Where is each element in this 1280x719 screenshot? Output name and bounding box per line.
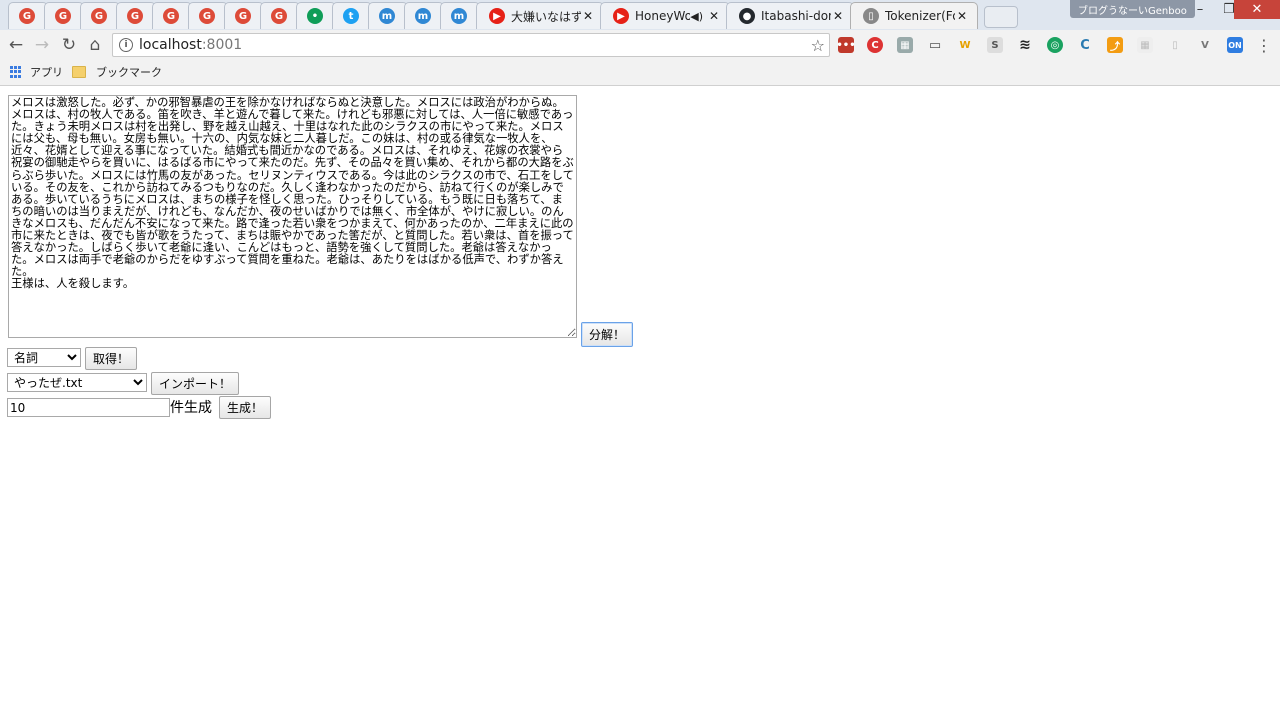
count-input[interactable] (7, 398, 170, 417)
extension-feedly-icon[interactable]: ◎ (1047, 37, 1063, 53)
pinned-tab[interactable]: G (80, 2, 120, 29)
pinned-tab[interactable]: m (368, 2, 408, 29)
forward-arrow-icon: → (34, 35, 50, 55)
mastodon-icon: m (415, 8, 431, 24)
pinned-tab[interactable]: G (260, 2, 300, 29)
extension-c2-icon[interactable]: C (1077, 37, 1093, 53)
url-host: localhost (139, 37, 202, 53)
tab-title: Tokenizer(For (885, 9, 955, 23)
pinned-tab[interactable]: G (116, 2, 156, 29)
extension-qr-icon[interactable]: ▦ (897, 37, 913, 53)
analyze-button[interactable]: 分解！ (581, 322, 634, 347)
profile-button[interactable]: ブログうなーいGenboo (1070, 0, 1195, 18)
pinned-tab[interactable]: G (224, 2, 264, 29)
apps-label: アプリ (30, 66, 63, 79)
github-icon: ● (739, 8, 755, 24)
extension-chart-icon[interactable]: ⤴ (1107, 37, 1123, 53)
source-text-area[interactable] (8, 95, 577, 338)
tab-title: Itabashi-don/ (761, 9, 831, 23)
extension-grid-icon[interactable]: ▦ (1137, 37, 1153, 53)
tab-close-icon[interactable]: ✕ (581, 9, 595, 23)
forward-button[interactable]: → (31, 34, 53, 56)
address-bar[interactable]: i localhost:8001 ☆ (112, 33, 830, 57)
extension-c-icon[interactable]: C (867, 37, 883, 53)
site-info-icon[interactable]: i (119, 38, 133, 52)
tab[interactable]: ● Itabashi-don/✕ (726, 2, 854, 29)
menu-icon[interactable]: ⋮ (1256, 36, 1272, 55)
fetch-button[interactable]: 取得！ (85, 347, 138, 370)
google-plus-icon: G (91, 8, 107, 24)
url-port: :8001 (201, 37, 243, 53)
folder-icon (72, 66, 86, 78)
pinned-tab[interactable]: G (8, 2, 48, 29)
window-close-icon[interactable]: ✕ (1234, 0, 1280, 19)
pinned-tab[interactable]: t (332, 2, 372, 29)
google-plus-icon: G (19, 8, 35, 24)
tab[interactable]: ▯ Tokenizer(For✕ (850, 2, 978, 29)
pinned-tab[interactable]: G (152, 2, 192, 29)
tab[interactable]: ▶ HoneyWor◀) ✕ (600, 2, 730, 29)
pinned-tab[interactable]: m (440, 2, 480, 29)
reload-icon: ↻ (61, 35, 77, 55)
google-plus-icon: G (235, 8, 251, 24)
audio-playing-icon[interactable]: ◀) (690, 10, 703, 23)
analyze-button-label: 分解！ (589, 328, 626, 342)
mastodon-icon: m (451, 8, 467, 24)
youtube-icon: ▶ (489, 8, 505, 24)
generate-button-label: 生成！ (227, 401, 264, 415)
browser-toolbar: ← → ↻ ⌂ i localhost:8001 ☆ ••• C ▦ ▭ W S… (0, 30, 1280, 60)
tab[interactable]: ▶ 大嫌いなはずだっ✕ (476, 2, 604, 29)
import-button-label: インポート！ (159, 377, 232, 391)
tab-close-icon[interactable]: ✕ (831, 9, 845, 23)
twitter-icon: t (343, 8, 359, 24)
pinned-tab[interactable]: G (188, 2, 228, 29)
page-icon: ▯ (863, 8, 879, 24)
tab-strip: GGGGGGGG•tmmm▶大嫌いなはずだっ✕▶HoneyWor◀)✕●Itab… (0, 0, 1280, 30)
google-plus-icon: G (271, 8, 287, 24)
back-arrow-icon: ← (8, 35, 24, 55)
page-content: 分解！ 名詞 取得！ やったぜ.txt インポート！ 件生成 生成！ (0, 86, 1280, 719)
bookmarks-bar: アプリ ブックマーク (0, 60, 1280, 86)
extension-s-icon[interactable]: S (987, 37, 1003, 53)
extension-on-icon[interactable]: ON (1227, 37, 1243, 53)
bookmarks-folder[interactable]: ブックマーク (72, 64, 162, 80)
count-suffix-label: 件生成 (170, 400, 212, 416)
home-icon: ⌂ (89, 35, 101, 55)
extension-buffer-icon[interactable]: ≋ (1017, 37, 1033, 53)
google-plus-icon: G (199, 8, 215, 24)
mastodon-icon: m (379, 8, 395, 24)
youtube-icon: ▶ (613, 8, 629, 24)
google-plus-icon: G (163, 8, 179, 24)
tab-close-icon[interactable]: ✕ (707, 9, 721, 23)
extension-doc-icon[interactable]: ▯ (1167, 37, 1183, 53)
apps-bookmark[interactable]: アプリ (10, 64, 63, 80)
pinned-tab[interactable]: m (404, 2, 444, 29)
tab-title: HoneyWor (635, 9, 690, 23)
import-button[interactable]: インポート！ (151, 372, 240, 395)
generate-button[interactable]: 生成！ (219, 396, 272, 419)
google-plus-icon: G (55, 8, 71, 24)
home-button[interactable]: ⌂ (84, 34, 106, 56)
cast-icon[interactable]: ▭ (927, 37, 943, 53)
back-button[interactable]: ← (5, 34, 27, 56)
bookmarks-folder-label: ブックマーク (96, 66, 162, 79)
extension-lastpass-icon[interactable]: ••• (836, 37, 856, 53)
file-select[interactable]: やったぜ.txt (7, 373, 147, 392)
apps-grid-icon (10, 66, 22, 78)
pos-select[interactable]: 名詞 (7, 348, 81, 367)
extension-w-icon[interactable]: W (957, 37, 973, 53)
google-plus-icon: G (127, 8, 143, 24)
extension-v-icon[interactable]: V (1197, 37, 1213, 53)
hangouts-icon: • (307, 8, 323, 24)
new-tab-button[interactable] (984, 6, 1018, 28)
fetch-button-label: 取得！ (93, 352, 130, 366)
tab-title: 大嫌いなはずだっ (511, 9, 581, 24)
reload-button[interactable]: ↻ (58, 34, 80, 56)
tab-close-icon[interactable]: ✕ (955, 9, 969, 23)
window-minimize-icon[interactable]: – (1186, 0, 1214, 19)
bookmark-star-icon[interactable]: ☆ (811, 36, 825, 55)
pinned-tab[interactable]: • (296, 2, 336, 29)
pinned-tab[interactable]: G (44, 2, 84, 29)
